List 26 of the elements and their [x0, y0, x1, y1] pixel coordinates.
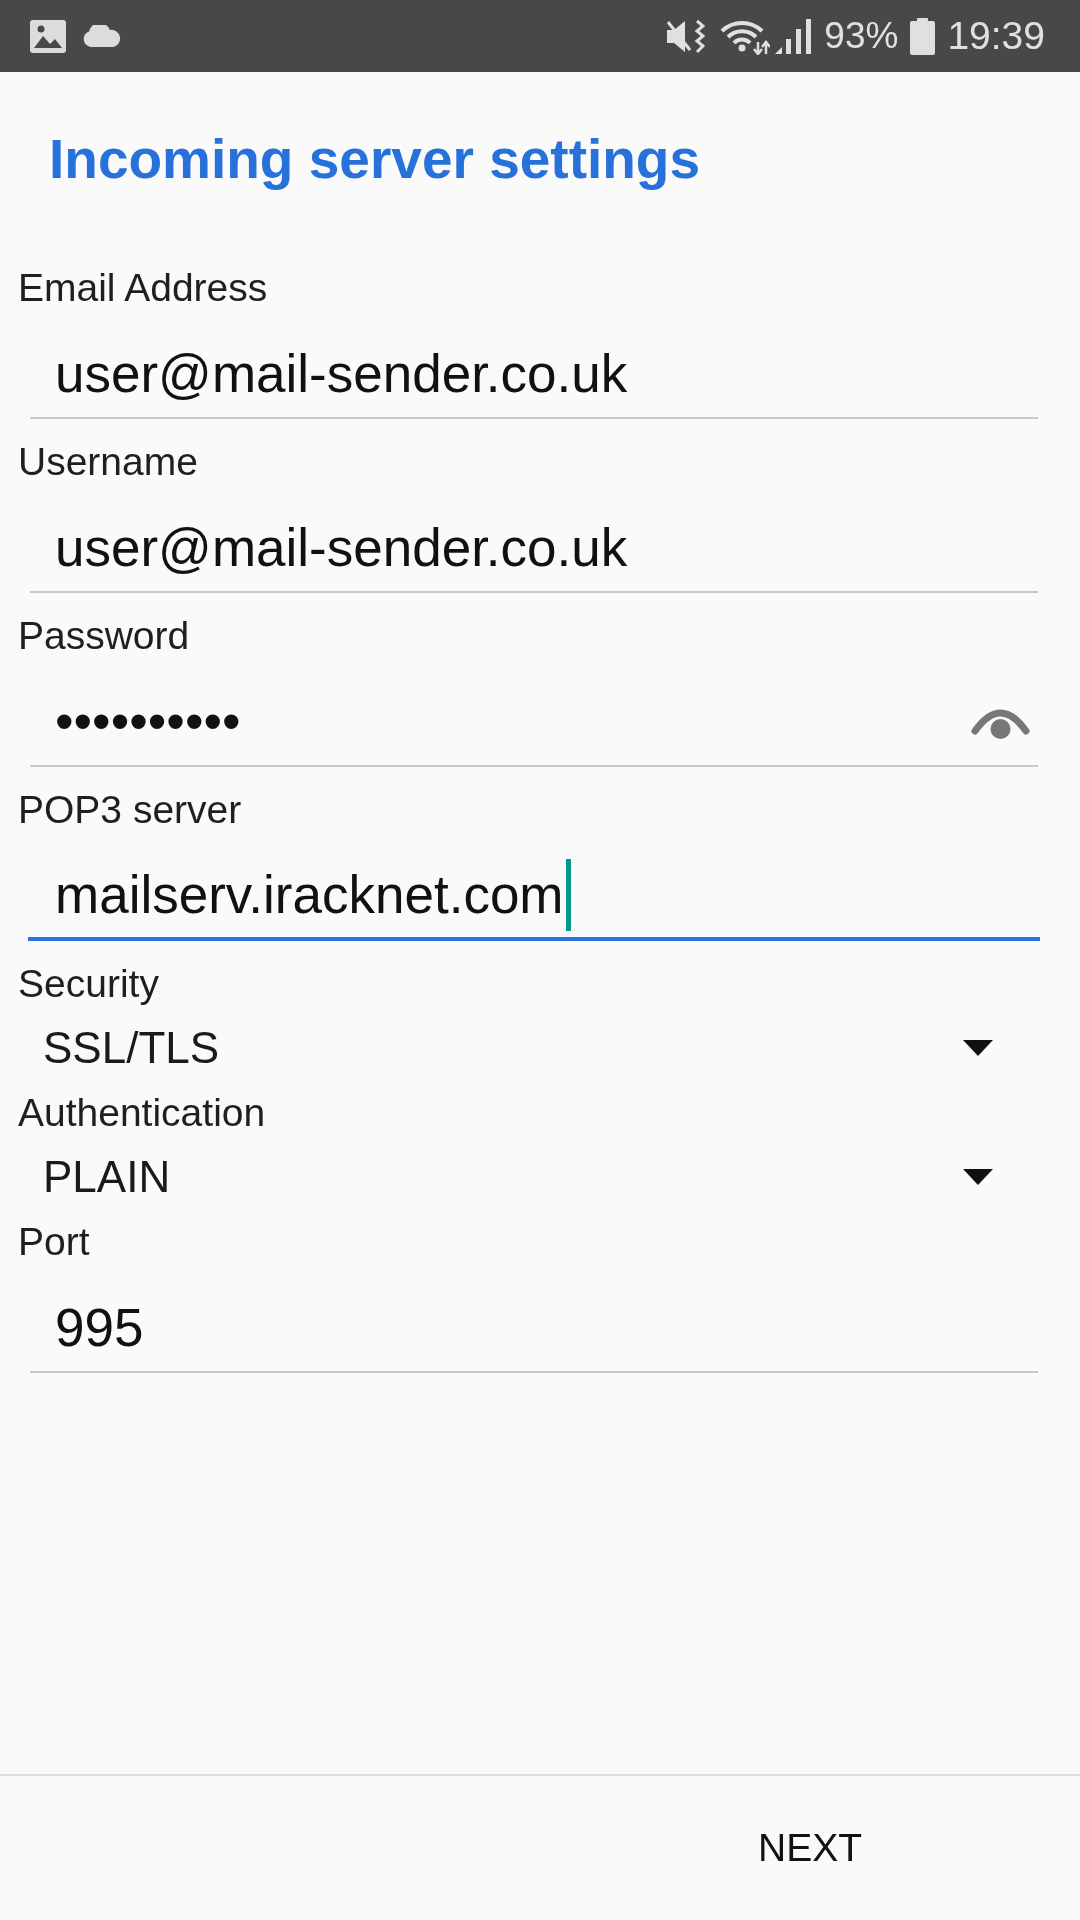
dropdown-arrow-icon — [963, 1169, 993, 1185]
field-label: Authentication — [17, 1090, 267, 1136]
field-label: Username — [17, 439, 199, 485]
field-label: POP3 server — [17, 787, 243, 833]
field-label: Password — [17, 613, 191, 659]
dropdown-arrow-icon — [963, 1040, 993, 1056]
password-field[interactable]: •••••••••• — [30, 659, 1038, 767]
input-field[interactable]: user@mail-sender.co.uk — [30, 485, 1038, 593]
screen-title: Incoming server settings — [49, 127, 702, 191]
field-label: Security — [17, 961, 160, 1007]
input-field[interactable]: user@mail-sender.co.uk — [30, 311, 1038, 419]
input-field[interactable]: mailserv.iracknet.com — [28, 833, 1040, 941]
dropdown[interactable]: SSL/TLS — [0, 1020, 1080, 1076]
signal-icon — [775, 18, 813, 54]
image-icon — [30, 19, 66, 53]
muted-speaker-icon — [666, 18, 706, 54]
battery-percent: 93% — [824, 14, 899, 58]
text-cursor-icon — [565, 859, 571, 931]
dropdown[interactable]: PLAIN — [0, 1149, 1080, 1205]
next-button[interactable]: NEXT — [708, 1796, 912, 1900]
battery-icon — [910, 17, 936, 55]
input-field[interactable]: 995 — [30, 1265, 1038, 1373]
clock-time: 19:39 — [947, 14, 1045, 58]
cloud-icon — [83, 25, 121, 47]
field-label: Email Address — [17, 265, 269, 311]
field-label: Port — [17, 1219, 91, 1265]
